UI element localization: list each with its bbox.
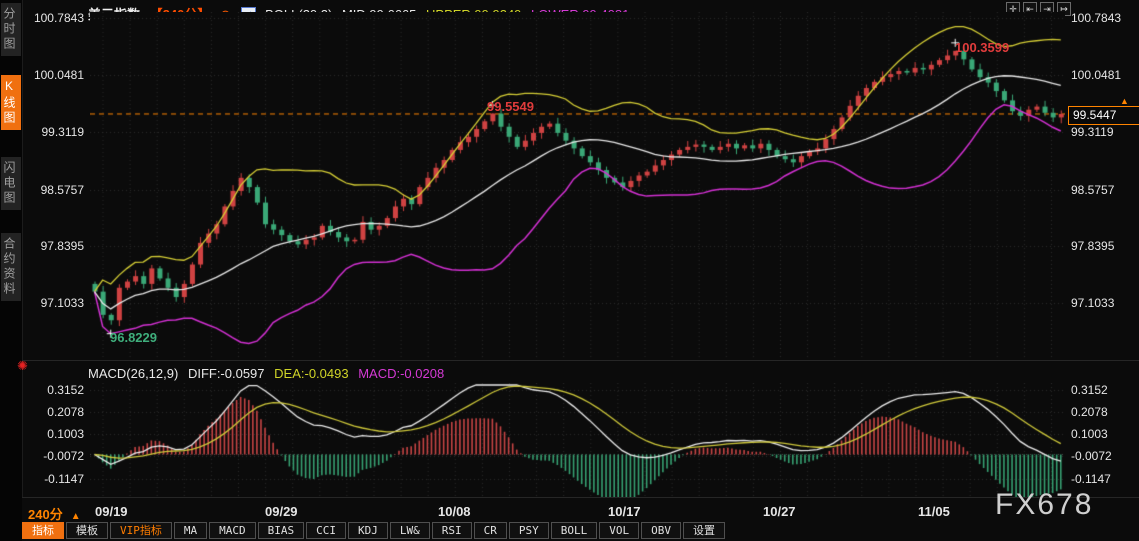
low-price-annotation: 96.8229	[110, 330, 157, 345]
candlestick-chart-canvas[interactable]	[90, 12, 1065, 358]
panel-divider	[22, 360, 1139, 361]
macd-hist-value: MACD:-0.0208	[358, 366, 445, 381]
macd-axis-left-3: -0.0072	[43, 449, 84, 463]
price-axis-left-4: 97.8395	[40, 239, 84, 253]
macd-axis-right-0: 0.3152	[1071, 383, 1108, 397]
toolbar-indicator-button[interactable]: 指标	[22, 522, 64, 539]
price-axis-right-5: 97.1033	[1071, 296, 1115, 310]
macd-axis-left-2: 0.1003	[47, 427, 84, 441]
toolbar-settings-button[interactable]: 设置	[683, 522, 725, 539]
date-label-2: 10/08	[438, 504, 471, 519]
macd-label: MACD(26,12,9)	[88, 366, 179, 381]
price-axis-right-2: 99.3119	[1071, 125, 1114, 139]
date-label-3: 10/17	[608, 504, 641, 519]
toolbar-cr-button[interactable]: CR	[473, 522, 507, 539]
last-price-arrow-icon: ▲	[1120, 96, 1129, 106]
macd-axis-right-4: -0.1147	[1071, 472, 1111, 486]
price-axis-left-0: 100.7843	[33, 11, 84, 25]
sidebar-tab-time-chart[interactable]: 分时图	[1, 3, 21, 56]
price-axis-right-0: 100.7843	[1071, 11, 1122, 25]
period-selector[interactable]: 240分 ▲	[28, 504, 81, 523]
toolbar-kdj-button[interactable]: KDJ	[348, 522, 388, 539]
period-selector-label: 240分	[28, 507, 63, 522]
price-axis-left-2: 99.3119	[41, 125, 85, 139]
toolbar-rsi-button[interactable]: RSI	[431, 522, 472, 539]
macd-chart-canvas[interactable]	[90, 383, 1065, 505]
chevron-up-icon: ▲	[70, 511, 81, 522]
macd-dea-value: DEA:-0.0493	[274, 366, 349, 381]
price-axis-left-3: 98.5757	[40, 183, 84, 197]
sidebar-tab-flash-chart[interactable]: 闪电图	[1, 157, 21, 210]
toolbar-template-button[interactable]: 模板	[66, 522, 108, 539]
toolbar-cci-button[interactable]: CCI	[306, 522, 346, 539]
toolbar-bias-button[interactable]: BIAS	[257, 522, 305, 539]
toolbar-vol-button[interactable]: VOL	[599, 522, 640, 539]
time-axis-row: 240分 ▲ 09/19 09/29 10/08 10/17 10/27 11/0…	[22, 497, 1139, 523]
price-axis-left-5: 97.1033	[40, 296, 84, 310]
swing-high-annotation: 99.5549	[487, 99, 534, 114]
date-label-5: 11/05	[918, 504, 950, 519]
price-axis-right-4: 97.8395	[1071, 239, 1115, 253]
date-label-1: 09/29	[265, 504, 298, 519]
sidebar-tab-kline-chart[interactable]: K线图	[1, 75, 21, 130]
high-price-annotation: 100.3599	[955, 40, 1010, 55]
toolbar-psy-button[interactable]: PSY	[508, 522, 549, 539]
macd-axis-left-0: 0.3152	[47, 383, 84, 397]
toolbar-vip-indicator-button[interactable]: VIP指标	[110, 522, 172, 539]
toolbar-ma-button[interactable]: MA	[173, 522, 208, 539]
macd-header: MACD(26,12,9) DIFF:-0.0597 DEA:-0.0493 M…	[88, 366, 450, 381]
last-price-badge: 99.5447	[1068, 106, 1139, 125]
macd-axis-left-4: -0.1147	[44, 472, 84, 486]
indicator-toolbar: 指标 模板 VIP指标 MA MACD BIAS CCI KDJ LW& RSI…	[22, 522, 727, 541]
price-axis-right-3: 98.5757	[1071, 183, 1115, 197]
left-sidebar: 分时图 K线图 闪电图 合约资料	[0, 0, 23, 541]
date-label-4: 10/27	[763, 504, 796, 519]
macd-axis-right-1: 0.2078	[1071, 405, 1108, 419]
toolbar-macd-button[interactable]: MACD	[209, 522, 256, 539]
price-axis-left-1: 100.0481	[33, 68, 84, 82]
macd-axis-right-2: 0.1003	[1071, 427, 1108, 441]
toolbar-boll-button[interactable]: BOLL	[550, 522, 598, 539]
fx678-watermark: FX678	[995, 488, 1094, 521]
price-axis-right-1: 100.0481	[1071, 68, 1122, 82]
sidebar-tab-contract-info[interactable]: 合约资料	[1, 233, 21, 301]
toolbar-lw-button[interactable]: LW&	[389, 522, 430, 539]
macd-axis-left-1: 0.2078	[47, 405, 84, 419]
toolbar-obv-button[interactable]: OBV	[641, 522, 681, 539]
chart-app-window: 分时图 K线图 闪电图 合约资料 ✺ 美元指数 【240分】 ⊕ BOLL(20…	[0, 0, 1139, 541]
date-label-0: 09/19	[95, 504, 128, 519]
macd-axis-right-3: -0.0072	[1071, 449, 1112, 463]
macd-diff-value: DIFF:-0.0597	[187, 366, 265, 381]
